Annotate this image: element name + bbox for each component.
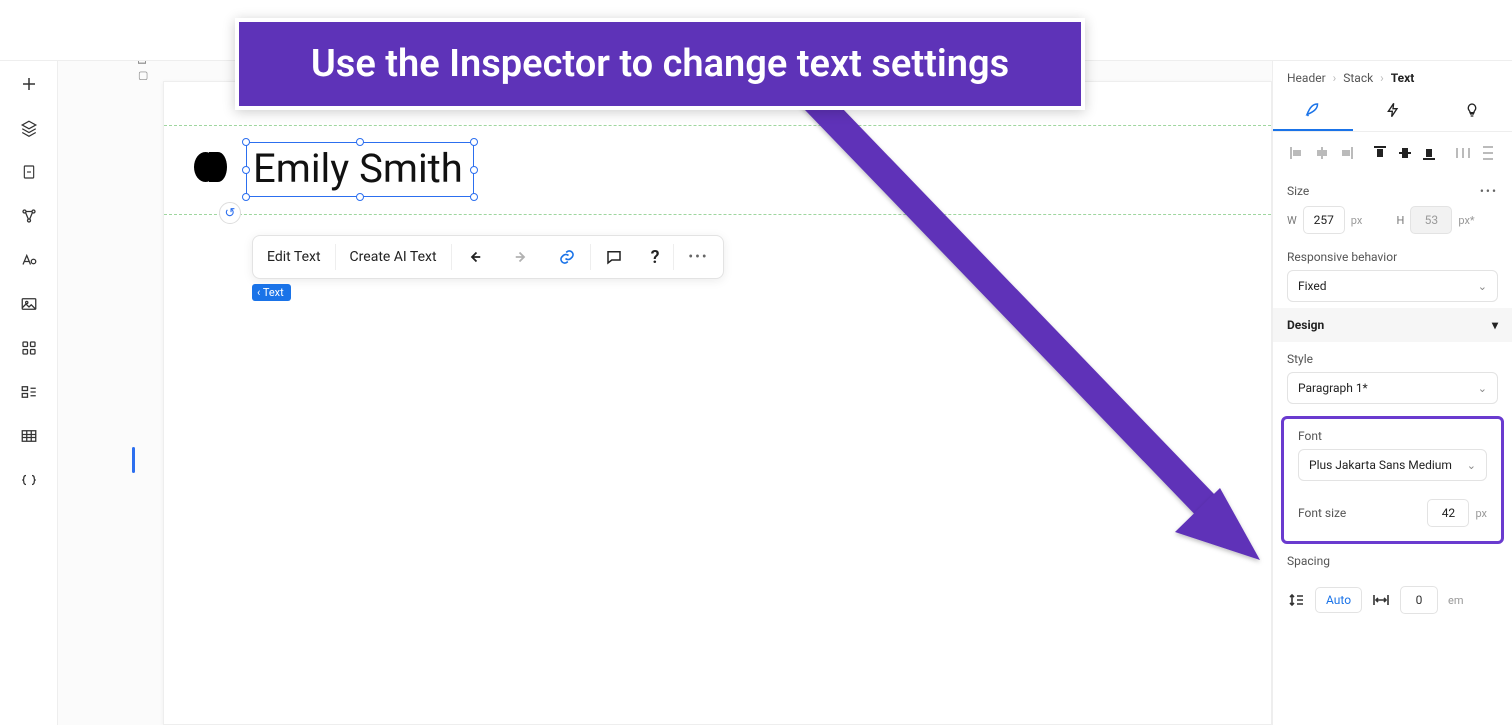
- inspector-tabs: [1273, 93, 1512, 132]
- comment-icon[interactable]: [591, 236, 637, 278]
- width-input[interactable]: 257: [1303, 206, 1345, 234]
- more-icon[interactable]: •••: [674, 236, 722, 278]
- resize-handle-bm[interactable]: [356, 193, 364, 201]
- table-icon[interactable]: [18, 425, 40, 447]
- size-label: Size: [1287, 184, 1309, 198]
- tab-ideas[interactable]: [1432, 93, 1512, 131]
- inspector-panel: Header › Stack › Text: [1272, 61, 1512, 725]
- logo-placeholder[interactable]: [194, 152, 227, 182]
- context-toolbar: Edit Text Create AI Text ?: [252, 235, 724, 279]
- height-input[interactable]: 53: [1410, 206, 1452, 234]
- height-label: H: [1397, 214, 1405, 227]
- distribute-h-icon[interactable]: [1453, 142, 1473, 164]
- create-ai-text-button[interactable]: Create AI Text: [336, 236, 451, 278]
- style-section: Style Paragraph 1*⌄: [1273, 342, 1512, 410]
- selected-text-element[interactable]: Emily Smith ↺: [246, 142, 474, 197]
- font-size-label: Font size: [1298, 506, 1346, 520]
- edit-text-button[interactable]: Edit Text: [253, 236, 335, 278]
- resize-handle-tm[interactable]: [356, 138, 364, 146]
- breadcrumb-header[interactable]: Header: [1287, 71, 1326, 85]
- breadcrumb-text: Text: [1391, 71, 1415, 85]
- spacing-label: Spacing: [1287, 554, 1330, 568]
- font-settings-highlight: Font Plus Jakarta Sans Medium⌄ Font size…: [1281, 416, 1504, 544]
- responsive-section: Responsive behavior Fixed⌄: [1273, 240, 1512, 308]
- style-select[interactable]: Paragraph 1*⌄: [1287, 372, 1498, 404]
- line-height-icon[interactable]: [1287, 591, 1305, 609]
- page-icon[interactable]: [18, 161, 40, 183]
- layers-icon[interactable]: [18, 117, 40, 139]
- cms-icon[interactable]: [18, 381, 40, 403]
- code-icon[interactable]: [18, 469, 40, 491]
- element-tag-badge[interactable]: ‹ Text: [252, 284, 291, 301]
- left-toolbar: [0, 61, 58, 725]
- canvas-area[interactable]: Desktop (Primary) Emily Smith ↺: [58, 61, 1272, 725]
- resize-handle-bl[interactable]: [242, 193, 250, 201]
- letter-spacing-input[interactable]: 0: [1400, 586, 1438, 614]
- align-right-icon[interactable]: [1336, 142, 1356, 164]
- design-section-header[interactable]: Design ▾: [1273, 308, 1512, 342]
- resize-handle-tl[interactable]: [242, 138, 250, 146]
- size-section: Size ••• W 257 px H 53 px*: [1273, 174, 1512, 240]
- font-size-unit: px: [1475, 507, 1487, 520]
- font-family-select[interactable]: Plus Jakarta Sans Medium⌄: [1298, 449, 1487, 481]
- align-bottom-icon[interactable]: [1419, 142, 1439, 164]
- page-surface[interactable]: Emily Smith ↺ Edit Text Create AI Text: [163, 81, 1272, 725]
- image-icon[interactable]: [18, 293, 40, 315]
- app-frame: Desktop (Primary) Emily Smith ↺: [0, 60, 1512, 725]
- font-label: Font: [1298, 429, 1322, 443]
- height-unit: px*: [1458, 214, 1474, 227]
- resize-handle-mr[interactable]: [470, 166, 478, 174]
- align-top-icon[interactable]: [1370, 142, 1390, 164]
- letter-spacing-icon[interactable]: [1372, 591, 1390, 609]
- forward-icon[interactable]: [498, 236, 544, 278]
- typography-icon[interactable]: [18, 249, 40, 271]
- line-height-auto[interactable]: Auto: [1315, 587, 1362, 613]
- align-center-h-icon[interactable]: [1311, 142, 1331, 164]
- font-size-input[interactable]: 42: [1427, 499, 1469, 527]
- resize-handle-ml[interactable]: [242, 166, 250, 174]
- add-element-icon[interactable]: [18, 73, 40, 95]
- rotate-handle[interactable]: ↺: [219, 202, 241, 224]
- components-icon[interactable]: [18, 205, 40, 227]
- alignment-row: [1273, 132, 1512, 174]
- breadcrumb-stack[interactable]: Stack: [1343, 71, 1373, 85]
- breadcrumb: Header › Stack › Text: [1273, 61, 1512, 93]
- device-label: Desktop (Primary): [136, 61, 149, 81]
- help-icon[interactable]: ?: [637, 236, 674, 278]
- align-left-icon[interactable]: [1287, 142, 1307, 164]
- letter-spacing-unit: em: [1448, 594, 1463, 607]
- annotation-text: Use the Inspector to change text setting…: [311, 42, 1009, 86]
- spacing-row: Auto 0 em: [1273, 580, 1512, 620]
- link-icon[interactable]: [544, 236, 590, 278]
- caret-down-icon: ▾: [1492, 318, 1498, 332]
- annotation-callout: Use the Inspector to change text setting…: [235, 18, 1085, 110]
- spacing-section: Spacing: [1273, 550, 1512, 580]
- chevron-down-icon: ⌄: [1478, 382, 1487, 395]
- size-more-icon[interactable]: •••: [1480, 184, 1498, 198]
- tab-interactions[interactable]: [1353, 93, 1433, 131]
- width-unit: px: [1351, 214, 1363, 227]
- distribute-v-icon[interactable]: [1478, 142, 1498, 164]
- responsive-select[interactable]: Fixed⌄: [1287, 270, 1498, 302]
- responsive-label: Responsive behavior: [1287, 250, 1397, 264]
- resize-handle-tr[interactable]: [470, 138, 478, 146]
- back-icon[interactable]: [452, 236, 498, 278]
- tab-design[interactable]: [1273, 93, 1353, 131]
- chevron-down-icon: ⌄: [1467, 459, 1476, 472]
- chevron-down-icon: ⌄: [1478, 280, 1487, 293]
- scroll-indicator: [132, 447, 135, 473]
- selected-text-value: Emily Smith: [253, 145, 463, 192]
- width-label: W: [1287, 214, 1297, 227]
- resize-handle-br[interactable]: [470, 193, 478, 201]
- style-label: Style: [1287, 352, 1313, 366]
- align-middle-icon[interactable]: [1395, 142, 1415, 164]
- apps-icon[interactable]: [18, 337, 40, 359]
